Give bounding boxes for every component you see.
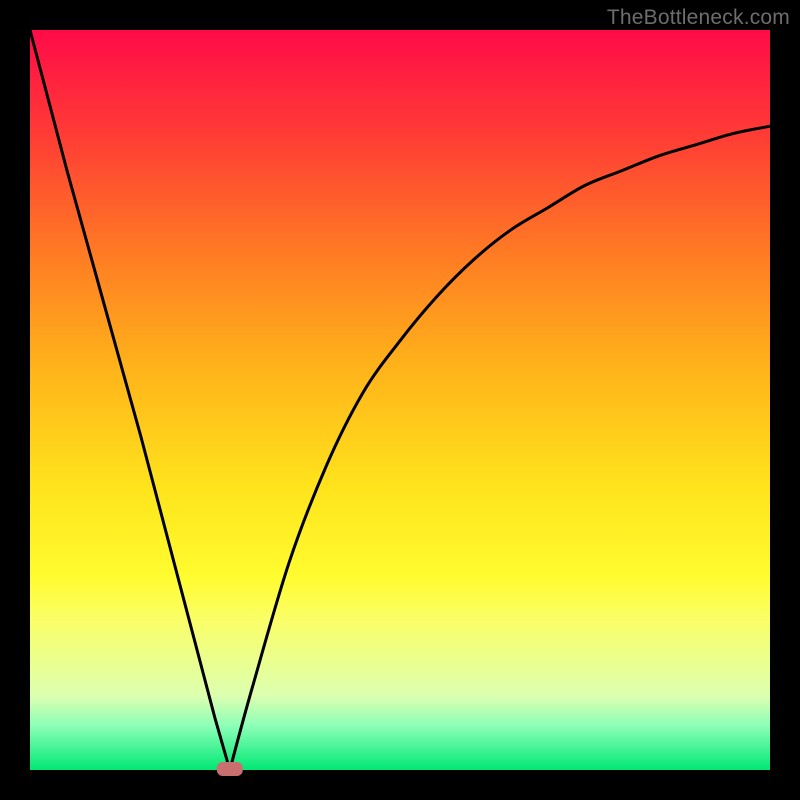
chart-svg xyxy=(30,30,770,770)
attribution-text: TheBottleneck.com xyxy=(607,6,790,30)
curve-left xyxy=(30,30,230,770)
chart-area xyxy=(30,30,770,770)
curve-right xyxy=(230,126,770,770)
minimum-marker xyxy=(217,762,243,776)
